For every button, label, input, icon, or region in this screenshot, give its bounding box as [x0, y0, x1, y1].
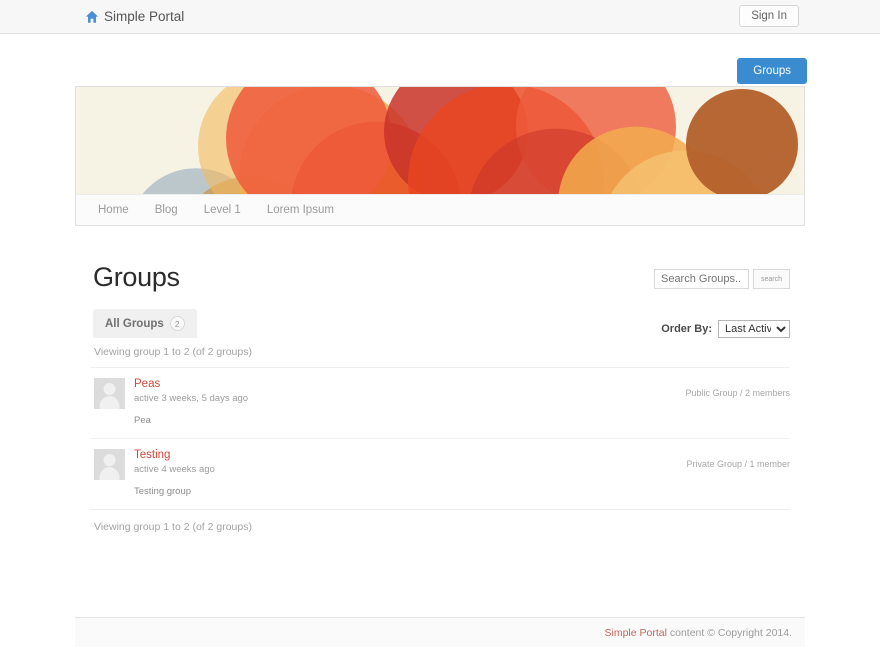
nav-item-blog[interactable]: Blog	[155, 204, 178, 216]
pagination-count-bottom: Viewing group 1 to 2 (of 2 groups)	[90, 509, 790, 542]
tab-all-groups-label: All Groups	[105, 318, 164, 330]
groups-button[interactable]: Groups	[737, 58, 807, 84]
pagination-count-top: Viewing group 1 to 2 (of 2 groups)	[90, 338, 790, 368]
header-banner-image	[75, 86, 805, 194]
footer-copyright: content © Copyright 2014.	[667, 627, 792, 639]
nav-item-lorem-ipsum[interactable]: Lorem Ipsum	[267, 204, 334, 216]
top-bar: Simple Portal Sign In	[0, 0, 880, 34]
search-submit-button[interactable]: search	[753, 269, 790, 289]
footer-text: Simple Portal content © Copyright 2014.	[604, 627, 792, 639]
groups-list: Peas active 3 weeks, 5 days ago Pea Publ…	[90, 368, 790, 509]
tab-all-groups-count: 2	[170, 316, 185, 331]
search-input[interactable]	[654, 269, 749, 289]
footer-wrapper: Simple Portal content © Copyright 2014.	[0, 617, 880, 647]
order-by-control: Order By: Last Active	[661, 320, 790, 338]
site-container: Home Blog Level 1 Lorem Ipsum	[75, 86, 805, 226]
group-search-form: search	[654, 269, 790, 289]
group-meta: Public Group / 2 members	[685, 388, 790, 398]
site-footer: Simple Portal content © Copyright 2014.	[75, 617, 805, 647]
site-brand-label: Simple Portal	[104, 9, 184, 24]
avatar	[94, 378, 125, 409]
main-navigation: Home Blog Level 1 Lorem Ipsum	[75, 194, 805, 226]
main-content: Groups All Groups 2 search Order By: Las…	[90, 226, 790, 542]
group-description: Testing group	[134, 486, 790, 497]
order-by-label: Order By:	[661, 323, 712, 335]
action-bar: Groups	[0, 34, 880, 86]
group-details: Testing active 4 weeks ago Testing group	[134, 449, 790, 497]
tab-all-groups[interactable]: All Groups 2	[93, 309, 197, 338]
group-list-item[interactable]: Testing active 4 weeks ago Testing group…	[90, 439, 790, 509]
footer-brand: Simple Portal	[604, 627, 666, 639]
sign-in-button[interactable]: Sign In	[739, 5, 799, 27]
avatar	[94, 449, 125, 480]
home-icon	[85, 10, 99, 24]
group-meta: Private Group / 1 member	[686, 459, 790, 469]
group-list-item[interactable]: Peas active 3 weeks, 5 days ago Pea Publ…	[90, 368, 790, 439]
nav-item-home[interactable]: Home	[98, 204, 129, 216]
group-description: Pea	[134, 415, 790, 426]
group-details: Peas active 3 weeks, 5 days ago Pea	[134, 378, 790, 426]
site-brand-link[interactable]: Simple Portal	[85, 9, 184, 24]
order-by-select[interactable]: Last Active	[718, 320, 790, 338]
nav-item-level-1[interactable]: Level 1	[204, 204, 241, 216]
